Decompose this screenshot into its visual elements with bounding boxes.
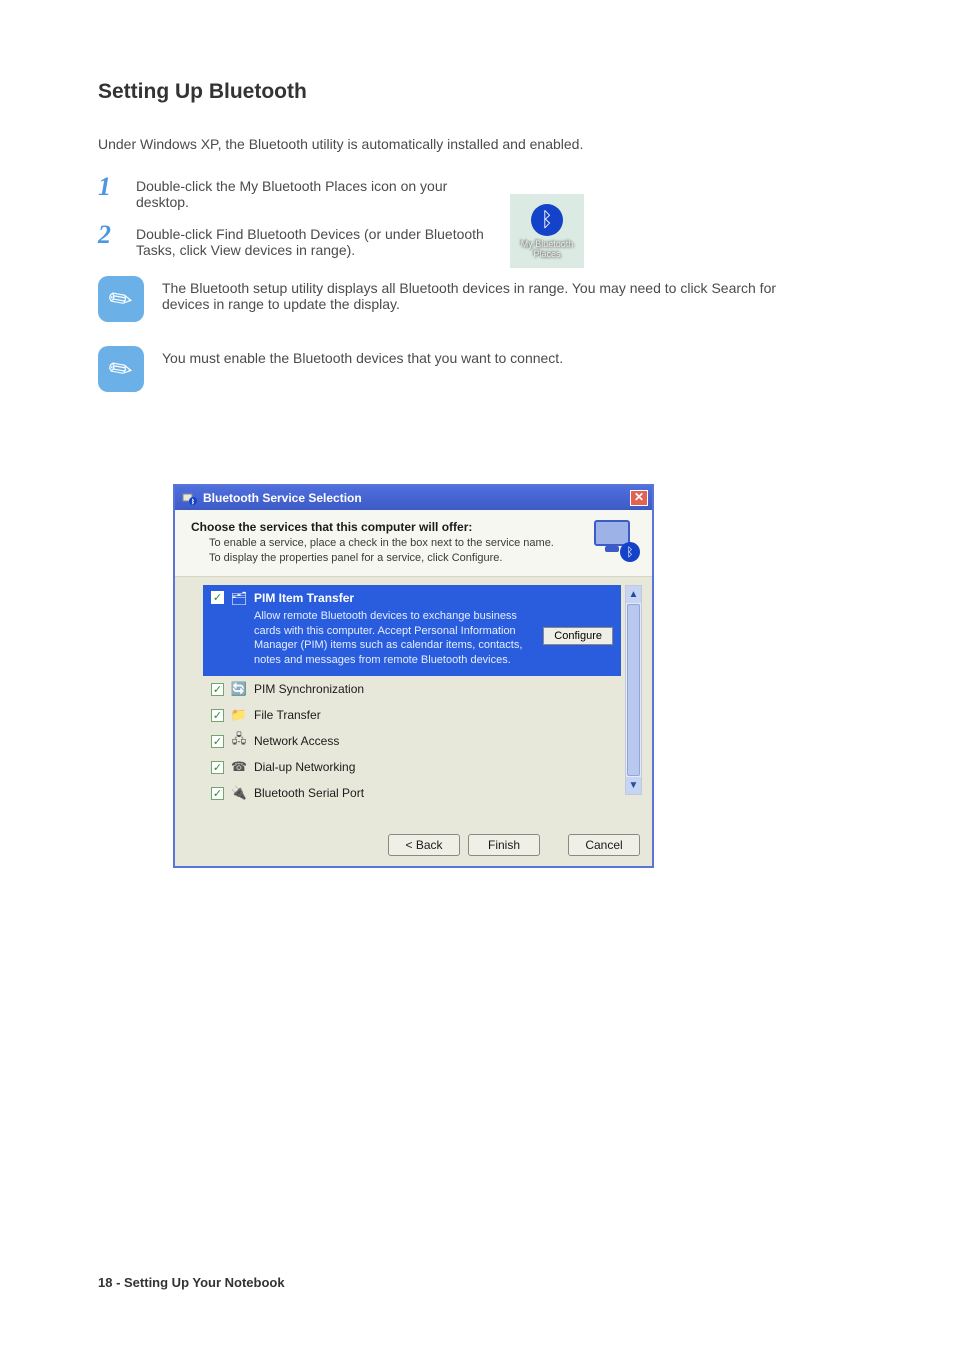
page-footnote: 18 - Setting Up Your Notebook [98,1275,285,1290]
computer-bluetooth-icon: ᛒ [594,520,638,560]
service-checkbox[interactable]: ✓ [211,787,224,800]
service-label: Network Access [254,734,339,748]
network-icon: 🖧 [230,733,248,749]
section-title: Setting Up Bluetooth [98,80,874,104]
service-checkbox[interactable]: ✓ [211,761,224,774]
service-title: PIM Item Transfer [254,591,613,605]
scroll-up-button[interactable]: ▲ [626,586,641,603]
pencil-icon: ✎ [102,279,140,319]
configure-button[interactable]: Configure [543,627,613,645]
step-number-1: 1 [98,172,118,202]
service-checkbox[interactable]: ✓ [211,735,224,748]
services-list: ✓ 🗂 PIM Item Transfer Allow remote Bluet… [203,585,621,824]
note-1-text: The Bluetooth setup utility displays all… [162,276,802,312]
dialog-footer: < Back Finish Cancel [175,824,652,866]
service-pim-synchronization[interactable]: ✓ 🔄 PIM Synchronization [203,676,621,702]
service-file-transfer[interactable]: ✓ 📁 File Transfer [203,702,621,728]
note-badge: ✎ [98,276,144,322]
service-checkbox[interactable]: ✓ [211,683,224,696]
service-bluetooth-serial-port[interactable]: ✓ 🔌 Bluetooth Serial Port [203,780,621,806]
pim-transfer-icon: 🗂 [230,591,248,607]
my-bluetooth-places-desktop-icon[interactable]: ᛒ My Bluetooth Places [510,194,584,268]
step-2: 2 Double-click Find Bluetooth Devices (o… [98,220,874,258]
dialog-titlebar[interactable]: ᛒ Bluetooth Service Selection ✕ [175,486,652,510]
service-label: Dial-up Networking [254,760,355,774]
note-2: ✎ You must enable the Bluetooth devices … [98,346,874,392]
service-checkbox[interactable]: ✓ [211,709,224,722]
service-checkbox[interactable]: ✓ [211,591,224,604]
note-badge: ✎ [98,346,144,392]
bluetooth-service-selection-dialog: ᛒ Bluetooth Service Selection ✕ Choose t… [173,484,654,868]
step-1: 1 Double-click the My Bluetooth Places i… [98,172,874,210]
serial-port-icon: 🔌 [230,785,248,801]
step-number-2: 2 [98,220,118,250]
dialog-title-text: Bluetooth Service Selection [203,491,362,505]
pencil-icon: ✎ [102,349,140,389]
scroll-track[interactable] [626,603,641,777]
desktop-icon-label: My Bluetooth Places [521,239,574,259]
dialog-header-subtitle: To enable a service, place a check in th… [209,536,586,566]
step-text-1: Double-click the My Bluetooth Places ico… [136,172,496,210]
service-label: File Transfer [254,708,321,722]
note-1: ✎ The Bluetooth setup utility displays a… [98,276,874,322]
step-text-2: Double-click Find Bluetooth Devices (or … [136,220,496,258]
sync-icon: 🔄 [230,681,248,697]
scroll-down-button[interactable]: ▼ [626,777,641,794]
service-network-access[interactable]: ✓ 🖧 Network Access [203,728,621,754]
intro-text: Under Windows XP, the Bluetooth utility … [98,134,874,154]
close-button[interactable]: ✕ [630,490,648,506]
phone-icon: ☎ [230,759,248,775]
finish-button[interactable]: Finish [468,834,540,856]
folder-icon: 📁 [230,707,248,723]
services-scrollbar[interactable]: ▲ ▼ [625,585,642,795]
note-2-text: You must enable the Bluetooth devices th… [162,346,563,366]
service-label: PIM Synchronization [254,682,364,696]
svg-text:ᛒ: ᛒ [191,499,195,506]
service-label: Bluetooth Serial Port [254,786,364,800]
dialog-header-title: Choose the services that this computer w… [191,520,586,534]
back-button[interactable]: < Back [388,834,460,856]
scroll-thumb[interactable] [627,604,640,776]
service-dialup-networking[interactable]: ✓ ☎ Dial-up Networking [203,754,621,780]
cancel-button[interactable]: Cancel [568,834,640,856]
service-description: Allow remote Bluetooth devices to exchan… [254,609,533,668]
dialog-header-panel: Choose the services that this computer w… [175,510,652,577]
bluetooth-glyph: ᛒ [541,210,553,230]
service-pim-item-transfer[interactable]: ✓ 🗂 PIM Item Transfer Allow remote Bluet… [203,585,621,676]
bluetooth-icon: ᛒ [531,204,563,236]
bluetooth-places-icon: ᛒ [181,490,197,506]
